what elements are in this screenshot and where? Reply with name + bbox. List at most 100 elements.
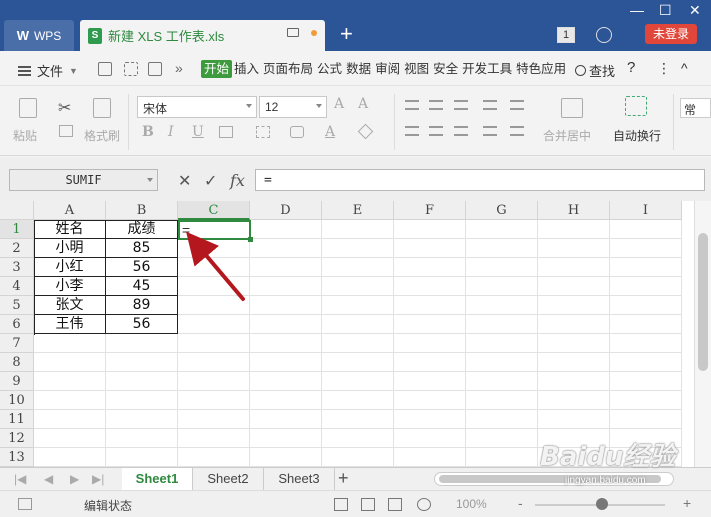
cell-f12[interactable] <box>394 429 466 448</box>
column-header-f[interactable]: F <box>394 201 466 220</box>
cell-i3[interactable] <box>610 258 682 277</box>
cell-b5[interactable]: 89 <box>106 296 178 315</box>
row-header-8[interactable]: 8 <box>0 353 34 372</box>
export-pdf-icon[interactable] <box>124 62 138 76</box>
row-header-11[interactable]: 11 <box>0 410 34 429</box>
sheet-tab-3[interactable]: Sheet3 <box>264 468 335 490</box>
cell-h8[interactable] <box>538 353 610 372</box>
cell-i1[interactable] <box>610 220 682 239</box>
cell-g1[interactable] <box>466 220 538 239</box>
cell-f13[interactable] <box>394 448 466 467</box>
align-center-icon[interactable] <box>429 126 443 136</box>
add-sheet-button[interactable]: + <box>338 468 349 489</box>
macro-record-icon[interactable] <box>18 498 32 510</box>
cell-g4[interactable] <box>466 277 538 296</box>
cell-b4[interactable]: 45 <box>106 277 178 296</box>
cell-c11[interactable] <box>178 410 250 429</box>
cell-e6[interactable] <box>322 315 394 334</box>
close-button[interactable]: ✕ <box>689 2 701 19</box>
italic-icon[interactable]: I <box>168 124 174 140</box>
cell-h1[interactable] <box>538 220 610 239</box>
cell-d5[interactable] <box>250 296 322 315</box>
cell-e4[interactable] <box>322 277 394 296</box>
first-sheet-icon[interactable]: |◀ <box>14 472 26 486</box>
cell-f10[interactable] <box>394 391 466 410</box>
cell-e1[interactable] <box>322 220 394 239</box>
maximize-button[interactable]: ☐ <box>659 2 672 19</box>
row-header-1[interactable]: 1 <box>0 220 34 239</box>
file-menu[interactable]: 文件 ▼ <box>18 61 78 80</box>
cell-e7[interactable] <box>322 334 394 353</box>
bold-icon[interactable]: B <box>142 124 154 140</box>
decrease-font-icon[interactable]: A <box>358 96 368 112</box>
clear-format-icon[interactable] <box>357 123 374 140</box>
cell-b13[interactable] <box>106 448 178 467</box>
cell-d6[interactable] <box>250 315 322 334</box>
column-header-a[interactable]: A <box>34 201 106 220</box>
cell-h3[interactable] <box>538 258 610 277</box>
cell-i10[interactable] <box>610 391 682 410</box>
cell-g7[interactable] <box>466 334 538 353</box>
skin-icon[interactable] <box>596 27 612 43</box>
cell-a12[interactable] <box>34 429 106 448</box>
cell-c13[interactable] <box>178 448 250 467</box>
justify-icon[interactable] <box>483 126 497 136</box>
tab-developer[interactable]: 开发工具 <box>460 60 514 78</box>
cell-b1[interactable]: 成绩 <box>106 220 178 239</box>
more-menu-button[interactable]: ⋮ <box>657 60 671 77</box>
row-header-7[interactable]: 7 <box>0 334 34 353</box>
formula-input[interactable]: = <box>255 169 705 191</box>
cell-e8[interactable] <box>322 353 394 372</box>
cell-f8[interactable] <box>394 353 466 372</box>
vertical-scrollbar[interactable] <box>694 201 711 468</box>
number-format-select[interactable]: 常 <box>680 98 711 118</box>
window-count-badge[interactable]: 1 <box>557 27 575 43</box>
cell-h2[interactable] <box>538 239 610 258</box>
tab-review[interactable]: 审阅 <box>373 60 402 78</box>
normal-view-icon[interactable] <box>334 498 348 511</box>
align-middle-icon[interactable] <box>429 100 443 110</box>
zoom-in-button[interactable]: + <box>683 495 691 511</box>
cell-c9[interactable] <box>178 372 250 391</box>
tab-features[interactable]: 特色应用 <box>514 60 568 78</box>
sheet-tab-1[interactable]: Sheet1 <box>122 468 193 490</box>
spreadsheet-grid[interactable]: A B C D E F G H I 1 姓名 成绩 2 小明 85 3 小红 56 4 小李 45 5 张文 89 6 王伟 56 7… <box>0 201 694 468</box>
select-all-corner[interactable] <box>0 201 34 220</box>
merge-center-icon[interactable] <box>561 98 583 118</box>
cell-b3[interactable]: 56 <box>106 258 178 277</box>
new-tab-button[interactable]: + <box>340 23 353 45</box>
cell-e5[interactable] <box>322 296 394 315</box>
distributed-icon[interactable] <box>510 126 524 136</box>
prev-sheet-icon[interactable]: ◀ <box>44 472 53 486</box>
cell-h6[interactable] <box>538 315 610 334</box>
cell-f4[interactable] <box>394 277 466 296</box>
indent-icon[interactable] <box>510 100 524 110</box>
next-sheet-icon[interactable]: ▶ <box>70 472 79 486</box>
cell-d11[interactable] <box>250 410 322 429</box>
align-left-icon[interactable] <box>405 126 419 136</box>
page-break-view-icon[interactable] <box>361 498 375 511</box>
tab-page-layout[interactable]: 页面布局 <box>261 60 315 78</box>
cell-i7[interactable] <box>610 334 682 353</box>
cell-f5[interactable] <box>394 296 466 315</box>
insert-function-button[interactable]: fx <box>230 171 245 190</box>
cell-h7[interactable] <box>538 334 610 353</box>
cell-h10[interactable] <box>538 391 610 410</box>
search-button[interactable]: 查找 <box>575 61 615 80</box>
cell-g5[interactable] <box>466 296 538 315</box>
align-right-icon[interactable] <box>454 126 468 136</box>
font-color-icon[interactable]: A <box>325 124 335 140</box>
active-cell-c1[interactable]: = <box>178 220 253 242</box>
borders-icon[interactable] <box>219 126 233 138</box>
cell-b2[interactable]: 85 <box>106 239 178 258</box>
cell-h9[interactable] <box>538 372 610 391</box>
cell-a13[interactable] <box>34 448 106 467</box>
cell-e9[interactable] <box>322 372 394 391</box>
cell-g12[interactable] <box>466 429 538 448</box>
cell-b10[interactable] <box>106 391 178 410</box>
cell-d13[interactable] <box>250 448 322 467</box>
cell-c4[interactable] <box>178 277 250 296</box>
paste-label[interactable]: 粘贴 <box>13 127 37 144</box>
wrap-text-icon[interactable] <box>625 96 647 116</box>
cell-g6[interactable] <box>466 315 538 334</box>
